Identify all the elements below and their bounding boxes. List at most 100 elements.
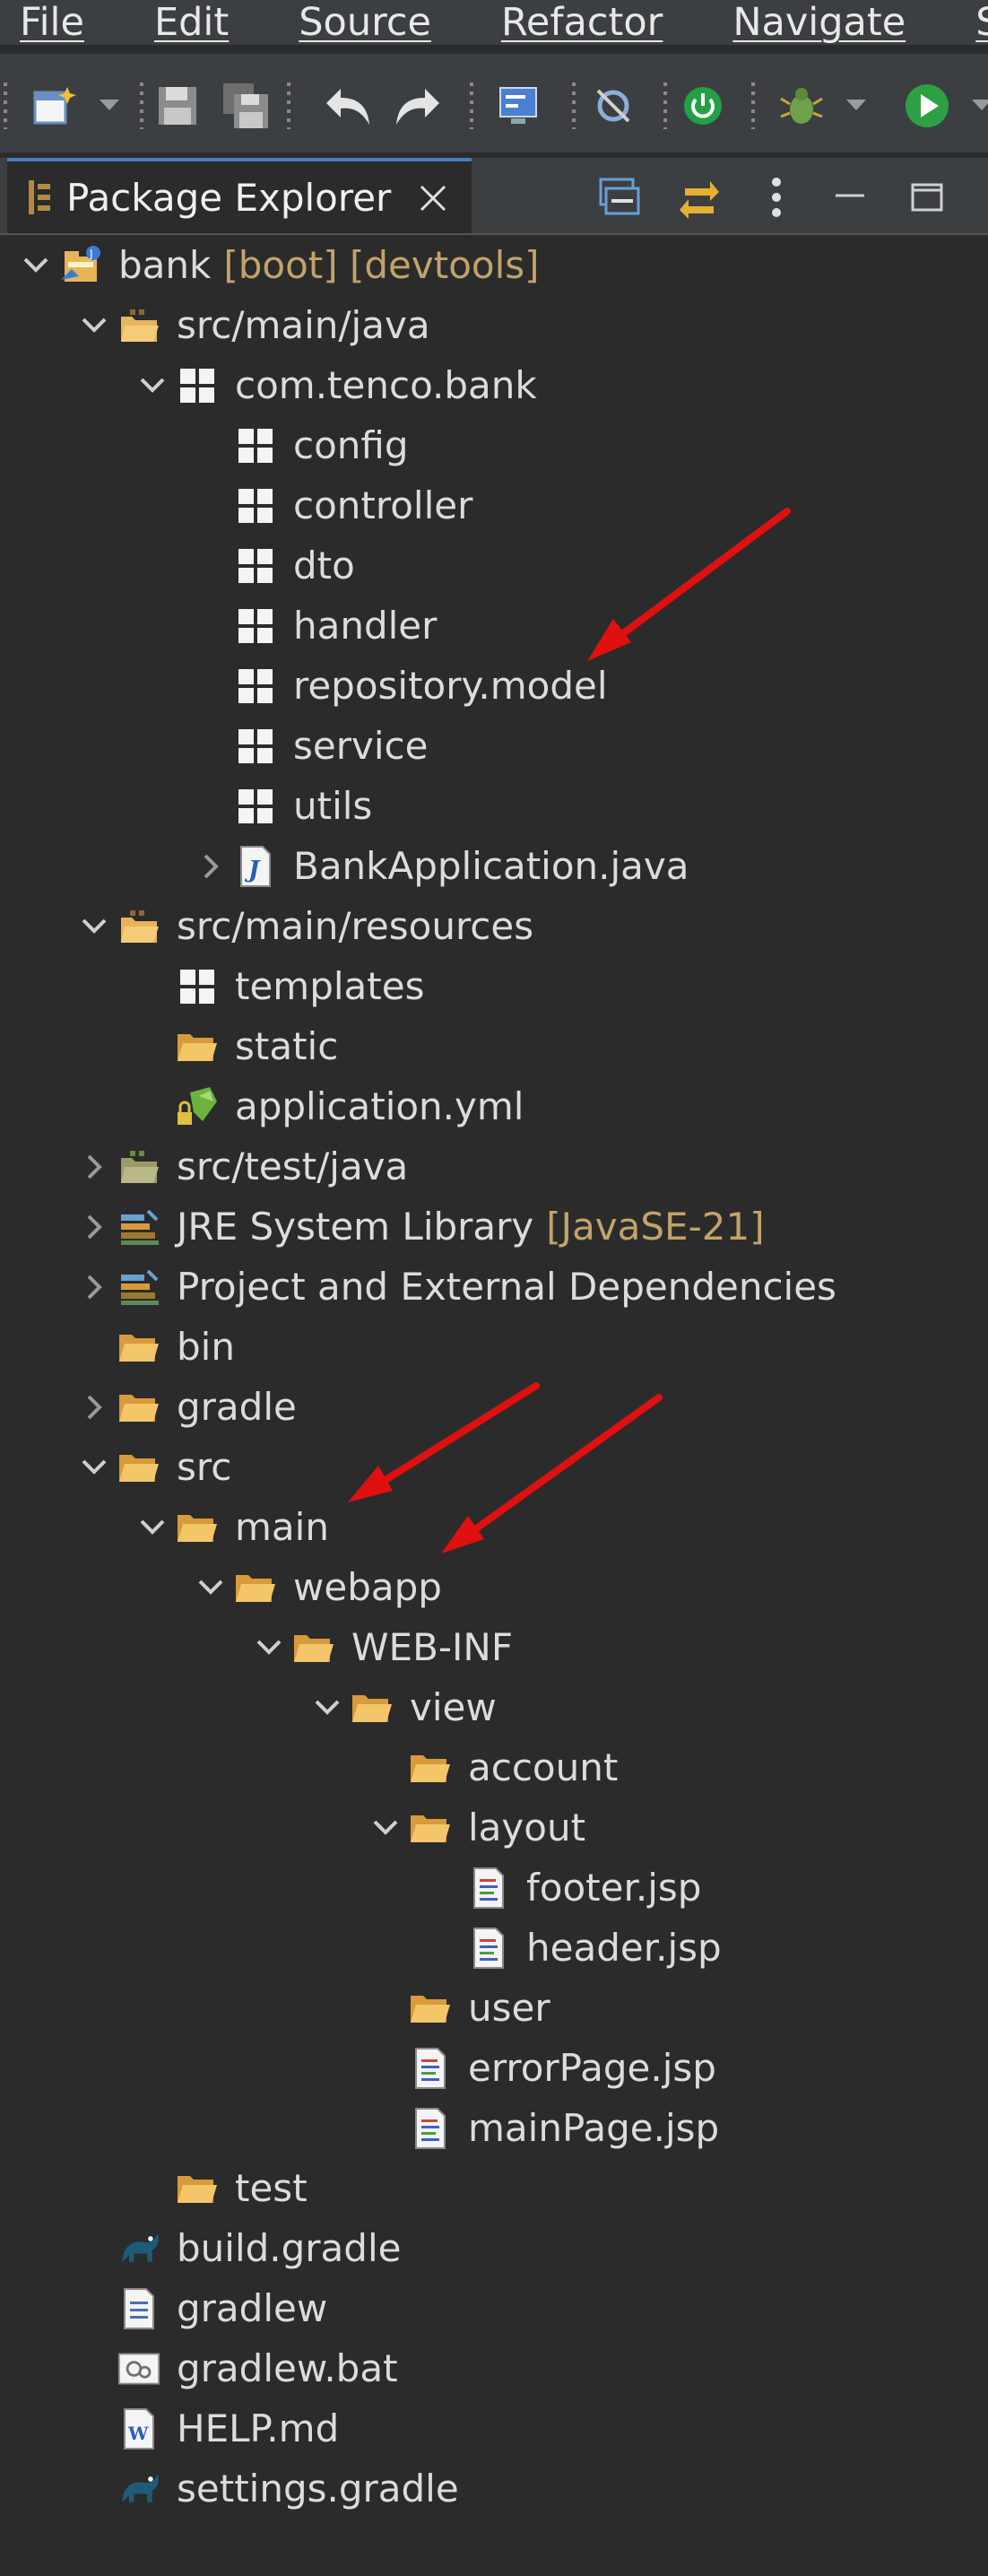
tree-item[interactable]: static	[134, 1016, 338, 1076]
package-icon	[176, 364, 219, 407]
expand-chevron-icon[interactable]	[134, 368, 170, 404]
tree-item[interactable]: errorPage.jsp	[368, 2038, 716, 2098]
tree-item-label: HELP.md	[177, 2406, 340, 2450]
tree-item[interactable]: src/main/resources	[76, 896, 533, 956]
tree-item[interactable]: dto	[193, 535, 355, 596]
expand-chevron-icon[interactable]	[76, 1449, 112, 1485]
tree-item[interactable]: controller	[193, 475, 472, 535]
skip-breakpoints-icon[interactable]	[588, 81, 638, 131]
expand-chevron-icon[interactable]	[251, 1630, 287, 1666]
menu-navigate[interactable]: Navigate	[732, 0, 906, 45]
tree-item[interactable]: gradlew.bat	[76, 2338, 398, 2398]
tree-item[interactable]: Jbank [boot] [devtools]	[18, 235, 540, 295]
expand-chevron-icon[interactable]	[309, 1690, 345, 1726]
folder-icon	[292, 1626, 335, 1669]
tree-item[interactable]: templates	[134, 956, 424, 1016]
expand-chevron-icon[interactable]	[76, 909, 112, 944]
close-icon[interactable]	[414, 179, 452, 217]
maximize-icon[interactable]	[900, 170, 954, 224]
collapse-chevron-icon[interactable]	[193, 849, 229, 884]
menu-edit[interactable]: Edit	[154, 0, 229, 45]
link-with-editor-icon[interactable]	[672, 170, 726, 224]
tree-item[interactable]: src/main/java	[76, 295, 430, 355]
collapse-chevron-icon[interactable]	[76, 1149, 112, 1185]
expand-chevron-icon[interactable]	[368, 1810, 403, 1846]
toolbar-separator	[4, 83, 7, 129]
dropdown-icon[interactable]	[93, 81, 126, 131]
dropdown-icon[interactable]	[843, 81, 870, 131]
tree-item[interactable]: com.tenco.bank	[134, 355, 537, 415]
tree-item[interactable]: application.yml	[134, 1076, 524, 1136]
undo-icon[interactable]	[323, 81, 373, 131]
collapse-chevron-icon[interactable]	[76, 1389, 112, 1425]
tree-item-label: view	[410, 1685, 497, 1729]
tree-item[interactable]: JRE System Library [JavaSE-21]	[76, 1197, 765, 1257]
tree-item[interactable]: src	[76, 1437, 231, 1497]
collapse-chevron-icon[interactable]	[76, 1209, 112, 1245]
tree-item[interactable]: service	[193, 716, 428, 776]
new-wizard-icon[interactable]	[29, 81, 79, 131]
expand-chevron-icon[interactable]	[193, 1570, 229, 1606]
package-icon	[234, 665, 277, 708]
tree-item[interactable]: webapp	[193, 1557, 442, 1617]
tree-item[interactable]: settings.gradle	[76, 2459, 459, 2519]
folder-icon	[176, 2167, 219, 2210]
tree-item[interactable]: footer.jsp	[426, 1858, 701, 1918]
terminal-icon[interactable]	[493, 81, 543, 131]
debug-icon[interactable]	[776, 81, 827, 131]
tree-item[interactable]: W HELP.md	[76, 2398, 339, 2459]
collapse-chevron-icon[interactable]	[76, 1269, 112, 1305]
expand-chevron-icon[interactable]	[134, 1510, 170, 1545]
tree-item[interactable]: src/test/java	[76, 1136, 408, 1197]
menu-search[interactable]: Sea	[975, 0, 988, 45]
tree-item[interactable]: Project and External Dependencies	[76, 1257, 836, 1317]
tree-item[interactable]: header.jsp	[426, 1918, 722, 1978]
tree-item[interactable]: layout	[368, 1797, 585, 1858]
tree-item[interactable]: gradlew	[76, 2278, 327, 2338]
tree-item-label: BankApplication.java	[293, 844, 689, 888]
minimize-icon[interactable]	[823, 170, 877, 224]
tree-item[interactable]: bin	[76, 1317, 235, 1377]
tree-item[interactable]: main	[134, 1497, 329, 1557]
tree-item[interactable]: repository.model	[193, 656, 608, 716]
tree-item-label: src/main/java	[177, 303, 430, 347]
expand-chevron-icon[interactable]	[76, 308, 112, 344]
tree-item[interactable]: utils	[193, 776, 372, 836]
save-all-icon[interactable]	[221, 81, 271, 131]
dropdown-icon[interactable]	[968, 81, 988, 131]
menu-source[interactable]: Source	[299, 0, 431, 45]
folder-icon	[351, 1686, 394, 1729]
toolbar-separator	[287, 83, 290, 129]
menu-file[interactable]: File	[20, 0, 84, 45]
folder-icon	[117, 1446, 160, 1489]
tree-item[interactable]: mainPage.jsp	[368, 2098, 719, 2158]
run-icon[interactable]	[902, 81, 952, 131]
tab-package-explorer[interactable]: Package Explorer	[7, 158, 472, 233]
tree-item-label: build.gradle	[177, 2226, 402, 2270]
menu-refactor[interactable]: Refactor	[501, 0, 663, 45]
tree-item[interactable]: WEB-INF	[251, 1617, 513, 1677]
tree-item[interactable]: J BankApplication.java	[193, 836, 689, 896]
redo-icon[interactable]	[393, 81, 443, 131]
save-icon[interactable]	[152, 81, 203, 131]
tree-item[interactable]: handler	[193, 596, 437, 656]
tree-item[interactable]: test	[134, 2158, 308, 2218]
collapse-all-icon[interactable]	[592, 170, 646, 224]
tree-item[interactable]: gradle	[76, 1377, 297, 1437]
expand-chevron-icon[interactable]	[18, 248, 54, 283]
tree-item[interactable]: config	[193, 415, 409, 475]
tree-item[interactable]: user	[368, 1978, 550, 2038]
tree-item-label: gradlew.bat	[177, 2346, 398, 2390]
tree-item[interactable]: account	[368, 1737, 618, 1797]
view-menu-icon[interactable]	[750, 170, 803, 224]
tree-item-label: gradle	[177, 1385, 297, 1429]
tree-item[interactable]: build.gradle	[76, 2218, 401, 2278]
spring-boot-icon[interactable]	[678, 81, 728, 131]
tree-item[interactable]: view	[309, 1677, 497, 1737]
